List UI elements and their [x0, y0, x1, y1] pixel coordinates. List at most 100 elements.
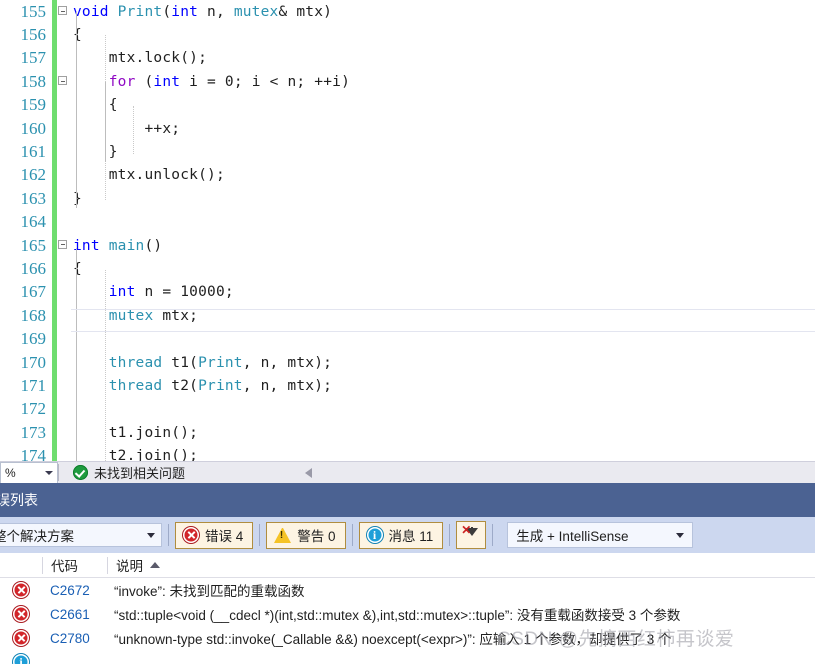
errors-toggle-button[interactable]: 错误 4 — [175, 521, 254, 549]
table-row[interactable]: C2672 “invoke”: 未找到匹配的重载函数 — [0, 578, 815, 602]
messages-toggle-button[interactable]: 消息 11 — [358, 521, 444, 549]
code-line[interactable]: 170 thread t1(Print, n, mtx); — [0, 350, 815, 375]
fold-margin[interactable] — [57, 421, 71, 444]
fold-margin[interactable] — [57, 304, 71, 327]
code-line-text: t1.join(); — [108, 424, 199, 441]
code-line[interactable]: 165 int main() — [0, 233, 815, 258]
error-list-rows[interactable]: C2672 “invoke”: 未找到匹配的重载函数 C2661 “std::tupl… — [0, 578, 815, 664]
code-line[interactable]: 156{ — [0, 23, 815, 47]
line-number: 163 — [20, 188, 47, 208]
code-line[interactable]: 155 void Print(int n, mutex& mtx) — [0, 0, 815, 24]
row-code-cell[interactable]: C2780 — [42, 631, 114, 646]
code-line-text: { — [108, 97, 118, 114]
code-line[interactable]: 171 thread t2(Print, n, mtx); — [0, 374, 815, 398]
fold-margin[interactable] — [57, 281, 71, 304]
code-line[interactable]: 168 mutex mtx; — [0, 304, 815, 328]
column-header-description-label: 说明 — [116, 559, 143, 574]
current-line-bottom-border — [71, 331, 815, 332]
code-line-text: } — [108, 144, 118, 161]
code-line[interactable]: 167 int n = 10000; — [0, 280, 815, 305]
code-line[interactable]: 164 — [0, 210, 815, 234]
fold-margin[interactable] — [57, 398, 71, 421]
fold-margin[interactable] — [57, 444, 71, 461]
scope-filter-combo[interactable]: 整个解决方案 — [0, 523, 162, 547]
messages-count-label: 消息 11 — [388, 529, 434, 544]
error-icon — [183, 527, 199, 543]
fold-margin[interactable] — [57, 327, 71, 350]
error-list-column-header: 代码 说明 — [0, 553, 815, 578]
fold-guide-for — [105, 82, 106, 162]
fold-margin[interactable] — [57, 94, 71, 117]
row-description-cell: “unknown-type std::invoke(_Callable &&) … — [114, 632, 672, 647]
code-line-text: mutex mtx; — [108, 307, 199, 324]
code-line-text: ++x; — [144, 120, 181, 137]
warnings-count-label: 警告 0 — [297, 529, 336, 544]
collapse-minus-icon[interactable] — [58, 76, 67, 86]
fold-margin[interactable] — [57, 117, 71, 140]
code-line[interactable]: 159 { — [0, 93, 815, 117]
code-line[interactable]: 157 mtx.lock(); — [0, 46, 815, 71]
line-number: 165 — [20, 235, 47, 255]
build-source-combo[interactable]: 生成 + IntelliSense — [507, 522, 694, 548]
code-line[interactable]: 162 mtx.unlock(); — [0, 163, 815, 188]
line-number: 166 — [20, 258, 47, 278]
check-circle-icon — [73, 465, 88, 480]
row-severity-cell — [0, 654, 42, 664]
code-lines-container[interactable]: 155 void Print(int n, mutex& mtx) 156{157 … — [0, 0, 815, 461]
navigate-back-icon[interactable] — [305, 468, 312, 478]
row-severity-cell — [0, 630, 42, 646]
code-line[interactable]: 174 t2.join(); — [0, 444, 815, 461]
code-line[interactable]: 172 — [0, 397, 815, 422]
sort-ascending-icon — [150, 562, 160, 568]
table-row[interactable] — [0, 650, 815, 664]
code-line[interactable]: 158 for (int i = 0; i < n; ++i) — [0, 70, 815, 94]
collapse-minus-icon[interactable] — [58, 6, 67, 15]
fold-margin[interactable] — [57, 164, 71, 187]
fold-margin[interactable] — [57, 234, 71, 257]
fold-guide-main — [76, 248, 77, 461]
column-header-code[interactable]: 代码 — [43, 553, 107, 578]
fold-margin[interactable] — [57, 187, 71, 210]
fold-margin[interactable] — [57, 0, 71, 23]
fold-margin[interactable] — [57, 351, 71, 374]
fold-margin[interactable] — [57, 47, 71, 70]
line-number: 170 — [20, 352, 47, 372]
code-line[interactable]: 166{ — [0, 257, 815, 281]
column-header-code-label: 代码 — [51, 559, 78, 574]
row-code-cell[interactable]: C2661 — [42, 607, 114, 622]
fold-margin[interactable] — [57, 211, 71, 234]
warnings-toggle-button[interactable]: 警告 0 — [266, 521, 346, 549]
visual-studio-window: 155 void Print(int n, mutex& mtx) 156{157 … — [0, 0, 815, 664]
table-row[interactable]: C2661 “std::tuple<void (__cdecl *)(int,st… — [0, 602, 815, 626]
code-line-text: int main() — [73, 237, 163, 254]
info-icon — [366, 527, 383, 543]
fold-margin[interactable] — [57, 374, 71, 397]
chevron-down-icon — [147, 532, 155, 538]
collapse-minus-icon[interactable] — [58, 239, 67, 249]
code-editor[interactable]: 155 void Print(int n, mutex& mtx) 156{157 … — [0, 0, 815, 461]
fold-margin[interactable] — [57, 257, 71, 280]
line-number: 155 — [20, 1, 47, 21]
zoom-level-combo[interactable]: % — [0, 462, 58, 484]
table-row[interactable]: C2780 “unknown-type std::invoke(_Callable… — [0, 626, 815, 650]
code-line[interactable]: 160 ++x; — [0, 116, 815, 141]
code-line[interactable]: 173 t1.join(); — [0, 421, 815, 445]
fold-margin[interactable] — [57, 140, 71, 163]
current-line-top-border — [71, 309, 815, 310]
line-number: 161 — [20, 142, 47, 162]
fold-margin[interactable] — [57, 23, 71, 46]
clear-filter-button[interactable]: ✕ — [456, 521, 487, 549]
chevron-down-icon — [676, 532, 685, 538]
error-list-panel: 错误列表 整个解决方案 错误 4 警告 0 消息 11 — [0, 483, 815, 664]
error-list-title: 错误列表 — [0, 492, 38, 508]
error-list-titlebar[interactable]: 错误列表 — [0, 483, 815, 517]
fold-margin[interactable] — [57, 70, 71, 93]
line-number: 160 — [20, 118, 47, 138]
toolbar-divider — [351, 524, 353, 546]
line-number: 162 — [20, 165, 47, 185]
code-line[interactable]: 163} — [0, 187, 815, 211]
code-line[interactable]: 161 } — [0, 140, 815, 164]
column-header-description[interactable]: 说明 — [108, 553, 815, 578]
row-code-cell[interactable]: C2672 — [42, 583, 114, 598]
column-header-blank[interactable] — [0, 553, 42, 578]
